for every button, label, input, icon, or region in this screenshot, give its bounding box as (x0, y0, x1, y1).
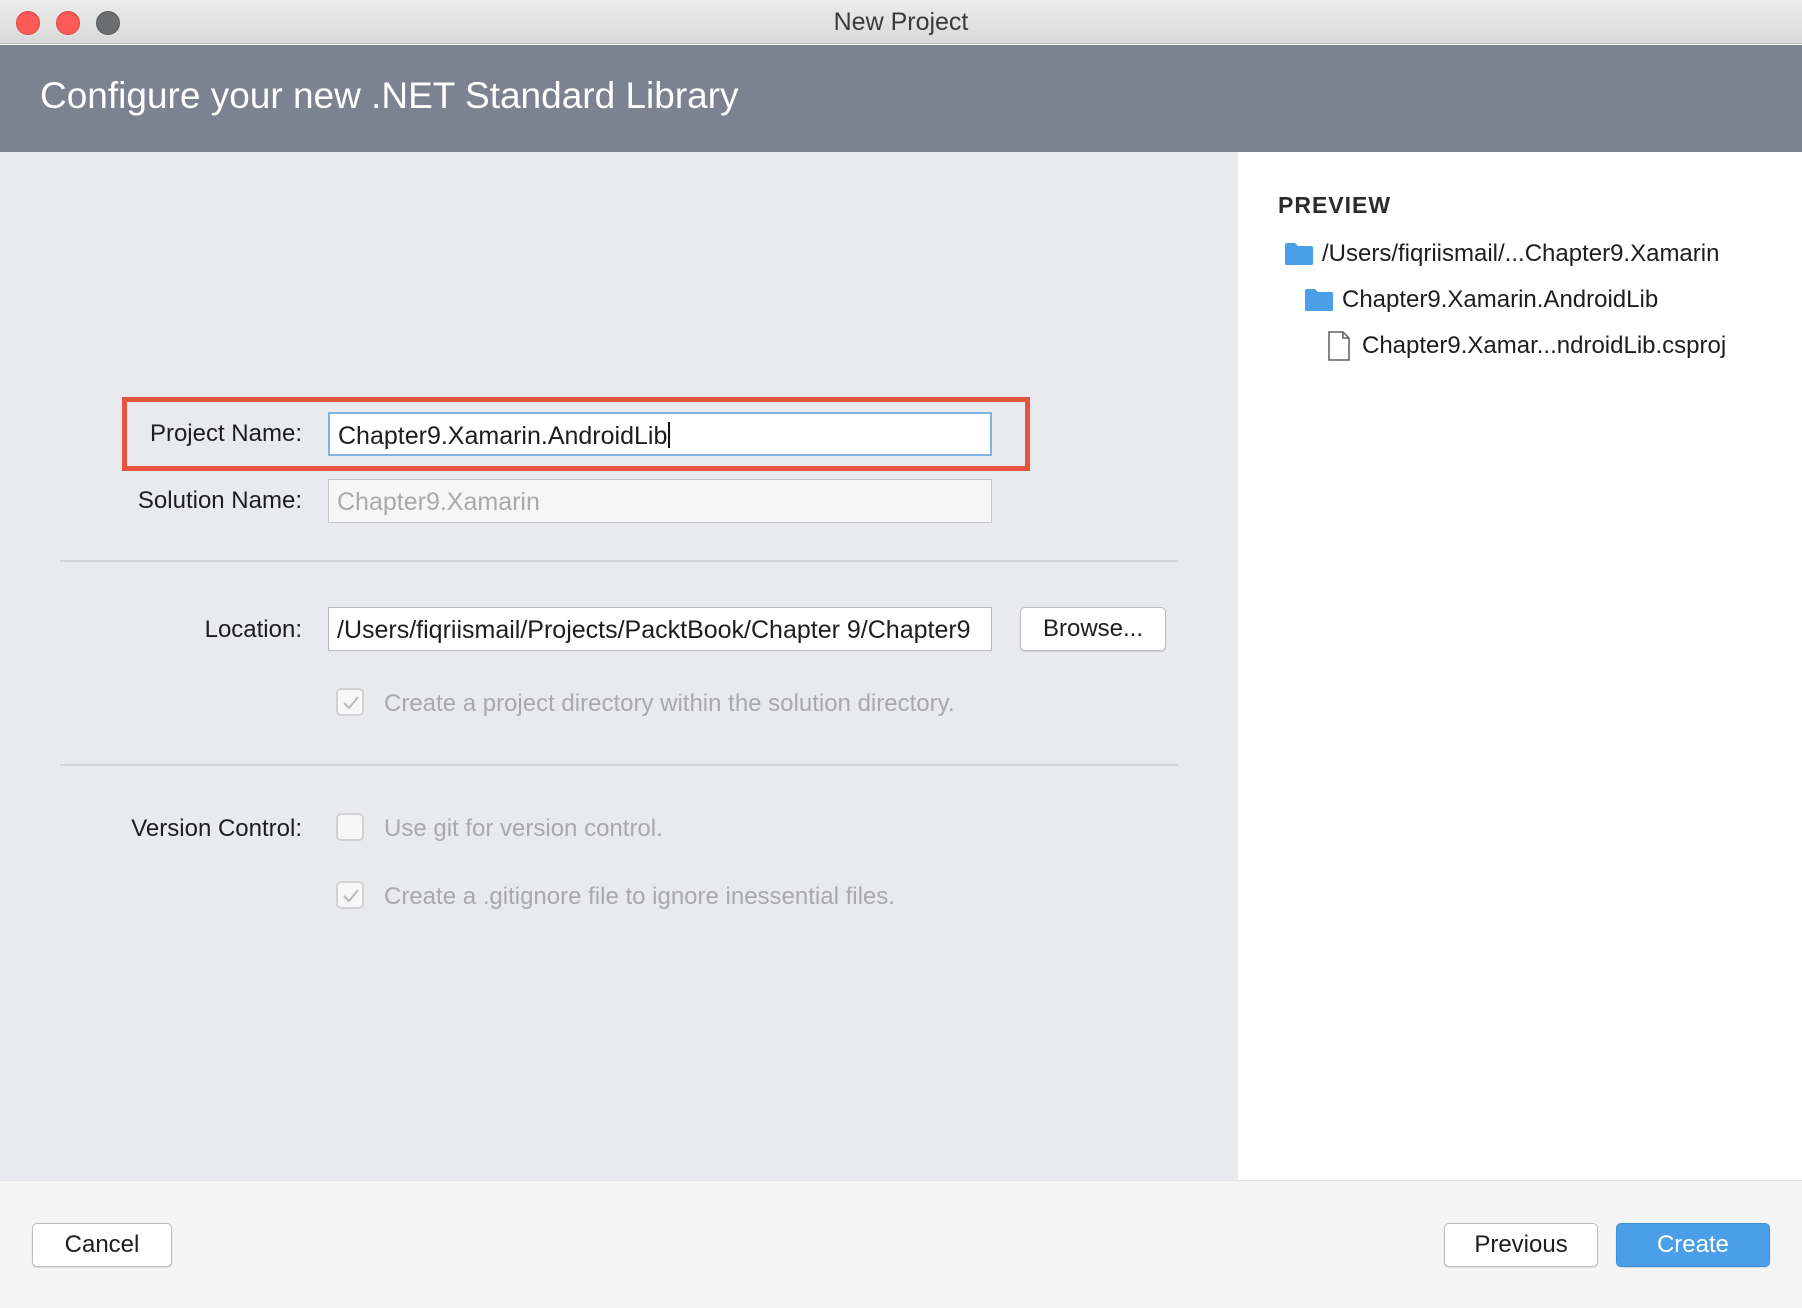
file-icon (1328, 331, 1350, 361)
text-cursor (668, 422, 671, 448)
solution-name-label: Solution Name: (137, 487, 302, 514)
configuration-form (0, 152, 1238, 1180)
page-title: Configure your new .NET Standard Library (40, 75, 739, 116)
previous-button[interactable]: Previous (1444, 1223, 1598, 1267)
project-name-value: Chapter9.Xamarin.AndroidLib (338, 422, 668, 450)
create-project-directory-label: Create a project directory within the so… (384, 690, 955, 717)
browse-button[interactable]: Browse... (1020, 607, 1166, 651)
checkmark-icon (343, 696, 359, 710)
gitignore-label: Create a .gitignore file to ignore iness… (384, 883, 895, 910)
gitignore-checkbox[interactable] (336, 881, 364, 909)
divider-1 (60, 560, 1178, 562)
create-button[interactable]: Create (1616, 1223, 1770, 1267)
solution-name-input[interactable]: Chapter9.Xamarin (328, 479, 992, 523)
location-input[interactable]: /Users/fiqriismail/Projects/PacktBook/Ch… (328, 607, 992, 651)
cancel-button[interactable]: Cancel (32, 1223, 172, 1267)
project-name-label: Project Name: (149, 420, 302, 447)
folder-icon (1305, 289, 1333, 311)
checkmark-icon (343, 889, 359, 903)
project-name-input[interactable]: Chapter9.Xamarin.AndroidLib (328, 412, 992, 456)
use-git-checkbox[interactable] (336, 813, 364, 841)
version-control-label: Version Control: (131, 815, 302, 842)
title-bar: New Project (0, 0, 1802, 44)
solution-name-value: Chapter9.Xamarin (337, 488, 540, 516)
create-project-directory-checkbox[interactable] (336, 688, 364, 716)
use-git-label: Use git for version control. (384, 815, 663, 842)
location-label: Location: (204, 616, 302, 643)
new-project-window: New Project Configure your new .NET Stan… (0, 0, 1802, 1308)
folder-icon (1285, 243, 1313, 265)
preview-solution-path: /Users/fiqriismail/...Chapter9.Xamarin (1322, 240, 1720, 267)
preview-heading: PREVIEW (1278, 192, 1392, 218)
divider-2 (60, 764, 1178, 766)
location-value: /Users/fiqriismail/Projects/PacktBook/Ch… (337, 616, 971, 644)
preview-project-file: Chapter9.Xamar...ndroidLib.csproj (1362, 332, 1727, 359)
header-banner: Configure your new .NET Standard Library (0, 45, 1802, 152)
preview-panel: PREVIEW /Users/fiqriismail/...Chapter9.X… (1238, 152, 1802, 1180)
footer-bar: Cancel Previous Create (0, 1180, 1802, 1308)
window-title: New Project (833, 8, 969, 36)
preview-project-folder: Chapter9.Xamarin.AndroidLib (1342, 286, 1659, 313)
